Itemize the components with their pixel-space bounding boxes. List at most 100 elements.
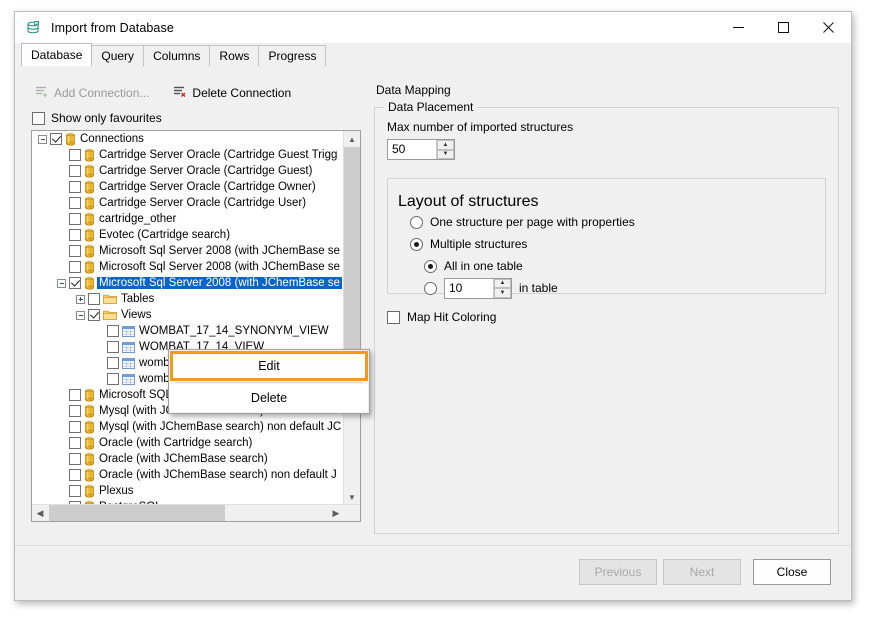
tree-node[interactable]: Microsoft Sql Server 2008 (with JChemBas… (32, 243, 345, 259)
in-table-value[interactable]: 10 (445, 279, 493, 298)
add-connection-button[interactable]: Add Connection... (31, 85, 153, 101)
tree-node-checkbox[interactable] (69, 149, 81, 161)
tree-node-checkbox[interactable] (88, 293, 100, 305)
tree-node-checkbox[interactable] (69, 197, 81, 209)
tree-node-checkbox[interactable] (107, 341, 119, 353)
scroll-up-icon[interactable]: ▲ (344, 131, 360, 147)
show-only-favourites-checkbox[interactable] (32, 112, 45, 125)
tree-node[interactable]: Cartridge Server Oracle (Cartridge Owner… (32, 179, 345, 195)
tree-node-checkbox[interactable] (69, 245, 81, 257)
radio-n-in-table[interactable]: 10 ▲ ▼ in table (424, 277, 815, 299)
tree-node-label: Mysql (with JChemBase search) non defaul… (99, 421, 341, 433)
tree-node-checkbox[interactable] (69, 453, 81, 465)
context-menu-item-delete[interactable]: Delete (170, 384, 368, 412)
tree-vertical-scrollbar[interactable]: ▲ ▼ (343, 131, 360, 505)
tab-columns[interactable]: Columns (143, 45, 210, 66)
show-only-favourites-row[interactable]: Show only favourites (27, 111, 363, 125)
one-structure-per-page-radio[interactable] (410, 216, 423, 229)
minimize-button[interactable] (716, 12, 761, 43)
tree-node[interactable]: Cartridge Server Oracle (Cartridge Guest… (32, 147, 345, 163)
tree-expander-minus-icon[interactable] (76, 311, 85, 320)
tree-node-checkbox[interactable] (69, 261, 81, 273)
tree-node[interactable]: Microsoft Sql Server 2008 (with JChemBas… (32, 275, 345, 291)
map-hit-coloring-row[interactable]: Map Hit Coloring (387, 310, 826, 324)
connections-tree[interactable]: ConnectionsCartridge Server Oracle (Cart… (31, 130, 361, 522)
vertical-scroll-thumb[interactable] (344, 147, 360, 383)
max-structures-spin-buttons[interactable]: ▲ ▼ (436, 140, 454, 159)
scroll-down-icon[interactable]: ▼ (344, 489, 360, 505)
tree-node-checkbox[interactable] (69, 165, 81, 177)
database-icon (84, 389, 95, 402)
in-table-decrement-icon[interactable]: ▼ (494, 288, 511, 298)
tree-node[interactable]: Mysql (with JChemBase search) non defaul… (32, 419, 345, 435)
max-structures-decrement-icon[interactable]: ▼ (437, 150, 454, 160)
tree-node[interactable]: Cartridge Server Oracle (Cartridge User) (32, 195, 345, 211)
tree-node[interactable]: WOMBAT_17_14_SYNONYM_VIEW (32, 323, 345, 339)
next-button[interactable]: Next (663, 559, 741, 585)
tree-node-checkbox[interactable] (69, 485, 81, 497)
context-menu-item-edit[interactable]: Edit (170, 351, 368, 381)
tree-node[interactable]: Oracle (with JChemBase search) (32, 451, 345, 467)
tree-expander-minus-icon[interactable] (57, 279, 66, 288)
tree-node-checkbox[interactable] (88, 309, 100, 321)
in-table-increment-icon[interactable]: ▲ (494, 279, 511, 289)
max-structures-value[interactable]: 50 (388, 140, 436, 159)
title-bar: Import from Database (15, 12, 851, 43)
radio-multiple-structures[interactable]: Multiple structures (410, 233, 815, 255)
tree-node[interactable]: Views (32, 307, 345, 323)
table-icon (122, 326, 135, 337)
tree-node-checkbox[interactable] (69, 469, 81, 481)
tree-node[interactable]: Microsoft Sql Server 2008 (with JChemBas… (32, 259, 345, 275)
maximize-button[interactable] (761, 12, 806, 43)
tree-node-checkbox[interactable] (69, 437, 81, 449)
radio-all-in-one-table[interactable]: All in one table (424, 255, 815, 277)
multiple-structures-label: Multiple structures (430, 237, 527, 251)
tree-node[interactable]: Evotec (Cartridge search) (32, 227, 345, 243)
max-structures-label: Max number of imported structures (387, 120, 826, 134)
connections-toolbar: Add Connection... (27, 83, 363, 103)
tree-node[interactable]: Cartridge Server Oracle (Cartridge Guest… (32, 163, 345, 179)
tab-rows[interactable]: Rows (209, 45, 259, 66)
tree-horizontal-scrollbar[interactable]: ◀ ▶ (32, 504, 360, 521)
n-in-table-radio[interactable] (424, 282, 437, 295)
tree-node-checkbox[interactable] (69, 181, 81, 193)
tree-node[interactable]: Tables (32, 291, 345, 307)
close-button[interactable] (806, 12, 851, 43)
horizontal-scroll-thumb[interactable] (49, 505, 225, 521)
delete-connection-button[interactable]: Delete Connection (169, 85, 295, 101)
tab-progress[interactable]: Progress (258, 45, 326, 66)
tree-node-checkbox[interactable] (69, 421, 81, 433)
max-structures-increment-icon[interactable]: ▲ (437, 140, 454, 150)
tree-node[interactable]: cartridge_other (32, 211, 345, 227)
tab-query[interactable]: Query (91, 45, 144, 66)
tree-node-checkbox[interactable] (69, 229, 81, 241)
tree-node[interactable]: Oracle (with JChemBase search) non defau… (32, 467, 345, 483)
scroll-right-icon[interactable]: ▶ (328, 505, 344, 521)
tree-node-checkbox[interactable] (69, 277, 81, 289)
radio-one-structure-per-page[interactable]: One structure per page with properties (410, 211, 815, 233)
in-table-spin-buttons[interactable]: ▲ ▼ (493, 279, 511, 298)
tree-node-checkbox[interactable] (107, 325, 119, 337)
tree-node[interactable]: Connections (32, 131, 345, 147)
close-dialog-button[interactable]: Close (753, 559, 831, 585)
all-in-one-table-radio[interactable] (424, 260, 437, 273)
max-structures-stepper[interactable]: 50 ▲ ▼ (387, 139, 455, 160)
previous-button[interactable]: Previous (579, 559, 657, 585)
tab-database[interactable]: Database (21, 43, 92, 66)
tree-node-checkbox[interactable] (107, 357, 119, 369)
tree-expander-plus-icon[interactable] (76, 295, 85, 304)
tree-node-checkbox[interactable] (107, 373, 119, 385)
tree-expander-minus-icon[interactable] (38, 135, 47, 144)
tree-node[interactable]: Plexus (32, 483, 345, 499)
database-icon (84, 453, 95, 466)
scroll-left-icon[interactable]: ◀ (32, 505, 48, 521)
multiple-structures-radio[interactable] (410, 238, 423, 251)
database-icon (84, 213, 95, 226)
map-hit-coloring-checkbox[interactable] (387, 311, 400, 324)
tree-node-checkbox[interactable] (69, 389, 81, 401)
tree-node-checkbox[interactable] (69, 405, 81, 417)
tree-node[interactable]: Oracle (with Cartridge search) (32, 435, 345, 451)
tree-node-checkbox[interactable] (50, 133, 62, 145)
in-table-stepper[interactable]: 10 ▲ ▼ (444, 278, 512, 299)
tree-node-checkbox[interactable] (69, 213, 81, 225)
